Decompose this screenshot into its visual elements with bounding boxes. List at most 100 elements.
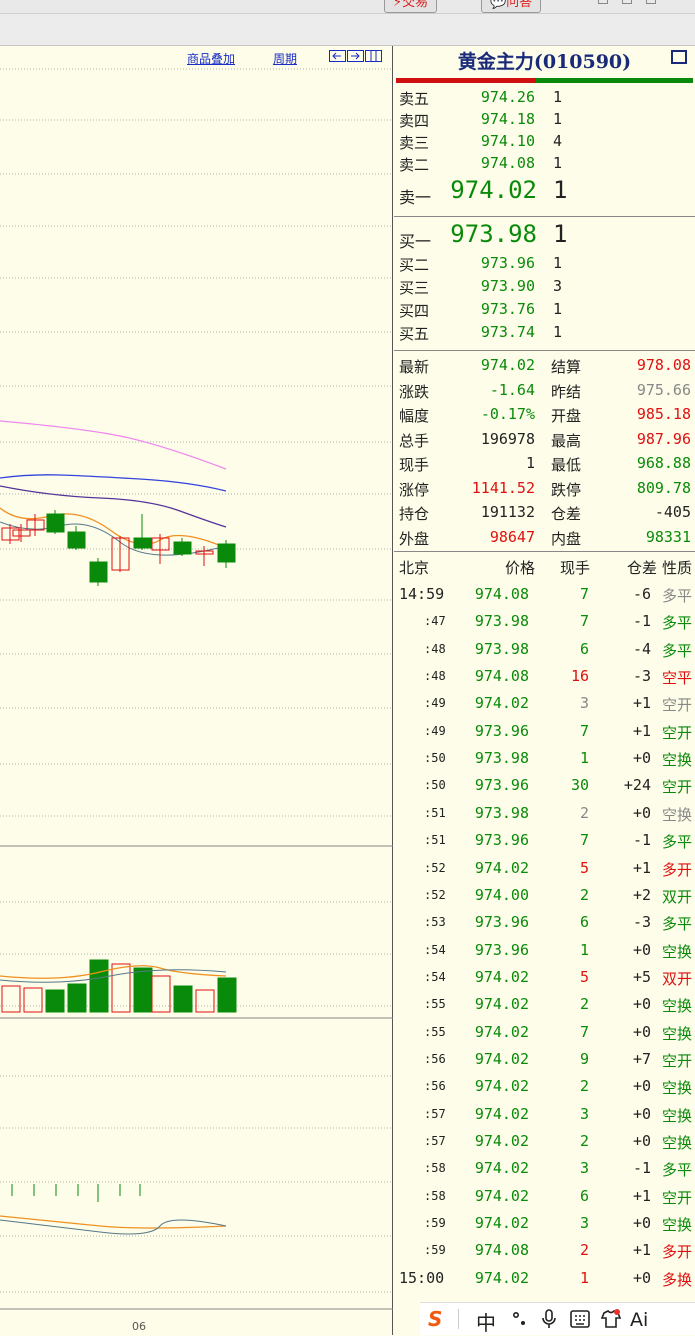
tick-row[interactable]: :54 973.96 1 +0 空换 (394, 939, 695, 965)
tick-row[interactable]: :49 974.02 3 +1 空开 (394, 692, 695, 718)
tick-row[interactable]: :53 973.96 6 -3 多平 (394, 911, 695, 937)
tick-row[interactable]: 14:59 974.08 7 -6 多平 (394, 583, 695, 609)
tick-row[interactable]: :54 974.02 5 +5 双开 (394, 966, 695, 992)
tick-row[interactable]: :48 974.08 16 -3 空平 (394, 665, 695, 691)
stat-label: 持仓 (399, 505, 430, 523)
kline-chart-area[interactable]: 商品叠加 周期 06 (0, 46, 393, 1335)
tick-row[interactable]: :50 973.96 30 +24 空开 (394, 774, 695, 800)
restore-icon[interactable] (622, 0, 632, 4)
tick-row[interactable]: :50 973.98 1 +0 空换 (394, 747, 695, 773)
tick-row[interactable]: :47 973.98 7 -1 多平 (394, 610, 695, 636)
tick-time: :52 (424, 860, 446, 875)
chinese-mode-icon[interactable]: 中 (476, 1307, 496, 1336)
stat-value: 978.08 (636, 356, 691, 374)
sell-level-row[interactable]: 卖四 974.18 1 (394, 108, 695, 130)
tick-time: :56 (424, 1079, 446, 1094)
stat-value: -1.64 (489, 380, 535, 399)
tick-nature: 空开 (661, 778, 692, 797)
tick-row[interactable]: :52 974.00 2 +2 双开 (394, 884, 695, 910)
tick-price: 973.96 (474, 776, 529, 795)
tick-price: 973.98 (474, 749, 529, 768)
buy-level-label: 买五 (399, 325, 430, 343)
ma-line (0, 485, 227, 528)
buy-level-row[interactable]: 买四 973.76 1 (394, 298, 695, 320)
tick-nature: 空换 (661, 1106, 692, 1125)
tick-nature: 多平 (661, 1161, 692, 1180)
tick-nature: 双开 (661, 887, 692, 906)
ma-line (0, 474, 227, 492)
stat-row: 持仓 191132 仓差 -405 (394, 501, 695, 525)
tick-time: :59 (424, 1243, 446, 1258)
trade-button[interactable]: ⚡交易 (384, 0, 438, 13)
ma-line (0, 420, 227, 470)
sell-level-row[interactable]: 卖二 974.08 1 (394, 152, 695, 174)
minimize-icon[interactable] (598, 0, 608, 4)
tick-nature: 空开 (661, 1051, 692, 1070)
microphone-icon[interactable] (541, 1309, 557, 1329)
tick-row[interactable]: :59 974.02 3 +0 空换 (394, 1212, 695, 1238)
tick-volume: 2 (579, 1077, 589, 1096)
tick-header-diff: 仓差 (626, 559, 657, 577)
buy-level-row[interactable]: 买一 973.98 1 (394, 220, 695, 254)
tick-row[interactable]: :49 973.96 7 +1 空开 (394, 720, 695, 746)
tick-time: :49 (424, 696, 446, 711)
stat-label: 结算 (551, 358, 582, 376)
sell-level-row[interactable]: 卖五 974.26 1 (394, 86, 695, 108)
ai-icon[interactable]: Ai (630, 1308, 660, 1330)
tick-row[interactable]: 15:00 974.02 1 +0 多换 (394, 1267, 695, 1293)
stat-label: 内盘 (551, 529, 582, 548)
tick-price: 974.02 (474, 967, 529, 986)
tick-row[interactable]: :52 974.02 5 +1 多开 (394, 857, 695, 883)
tick-row[interactable]: :56 974.02 9 +7 空开 (394, 1048, 695, 1074)
sell-level-volume: 1 (553, 110, 563, 128)
tick-position-diff: +0 (632, 940, 651, 959)
stat-value: 1141.52 (471, 478, 535, 497)
tick-header-city: 北京 (399, 559, 430, 577)
qa-button[interactable]: 💬问答 (481, 0, 542, 13)
sell-level-volume: 1 (553, 88, 563, 106)
tick-time: :48 (424, 669, 446, 684)
tick-volume: 3 (579, 694, 589, 713)
tick-row[interactable]: :59 974.08 2 +1 多开 (394, 1239, 695, 1265)
tick-position-diff: +24 (623, 776, 651, 795)
sell-level-price: 974.10 (480, 132, 535, 150)
sogou-icon[interactable]: S (428, 1307, 442, 1331)
stat-label: 仓差 (551, 505, 582, 523)
stat-row: 最新 974.02 结算 978.08 (394, 354, 695, 378)
tick-time: :58 (424, 1188, 446, 1203)
buy-level-volume: 3 (553, 277, 563, 295)
tick-position-diff: -3 (632, 913, 651, 932)
volume-ma (0, 969, 227, 983)
tick-row[interactable]: :58 974.02 6 +1 空开 (394, 1185, 695, 1211)
tick-row[interactable]: :48 973.98 6 -4 多平 (394, 638, 695, 664)
tick-volume: 2 (579, 995, 589, 1014)
tick-row[interactable]: :57 974.02 2 +0 空换 (394, 1130, 695, 1156)
buy-level-row[interactable]: 买二 973.96 1 (394, 252, 695, 274)
sell-level-row[interactable]: 卖三 974.10 4 (394, 130, 695, 152)
skin-icon[interactable] (600, 1309, 622, 1329)
tick-time: :50 (424, 751, 446, 766)
tick-row[interactable]: :58 974.02 3 -1 多平 (394, 1157, 695, 1183)
tick-row[interactable]: :51 973.98 2 +0 空换 (394, 802, 695, 828)
ime-toolbar[interactable]: S 中 Ai (420, 1302, 695, 1335)
maximize-icon[interactable] (671, 50, 687, 64)
tick-volume: 7 (579, 1022, 589, 1041)
buy-level-row[interactable]: 买三 973.90 3 (394, 275, 695, 297)
tick-row[interactable]: :56 974.02 2 +0 空换 (394, 1075, 695, 1101)
stat-row: 外盘 98647 内盘 98331 (394, 526, 695, 550)
stat-value: -405 (654, 503, 691, 521)
tick-row[interactable]: :51 973.96 7 -1 多平 (394, 829, 695, 855)
tick-time: :54 (424, 969, 446, 984)
tick-row[interactable]: :55 974.02 2 +0 空换 (394, 993, 695, 1019)
punctuation-icon[interactable] (512, 1311, 528, 1327)
tick-row[interactable]: :55 974.02 7 +0 空换 (394, 1021, 695, 1047)
buy-level-row[interactable]: 买五 973.74 1 (394, 321, 695, 343)
buy-level-label: 买一 (399, 232, 432, 251)
tick-position-diff: -1 (632, 612, 651, 631)
candle-body (173, 541, 192, 555)
tick-volume: 1 (579, 1268, 589, 1287)
tick-row[interactable]: :57 974.02 3 +0 空换 (394, 1103, 695, 1129)
close-icon[interactable] (646, 0, 656, 4)
sell-level-row[interactable]: 卖一 974.02 1 (394, 176, 695, 210)
keyboard-icon[interactable] (570, 1310, 590, 1328)
